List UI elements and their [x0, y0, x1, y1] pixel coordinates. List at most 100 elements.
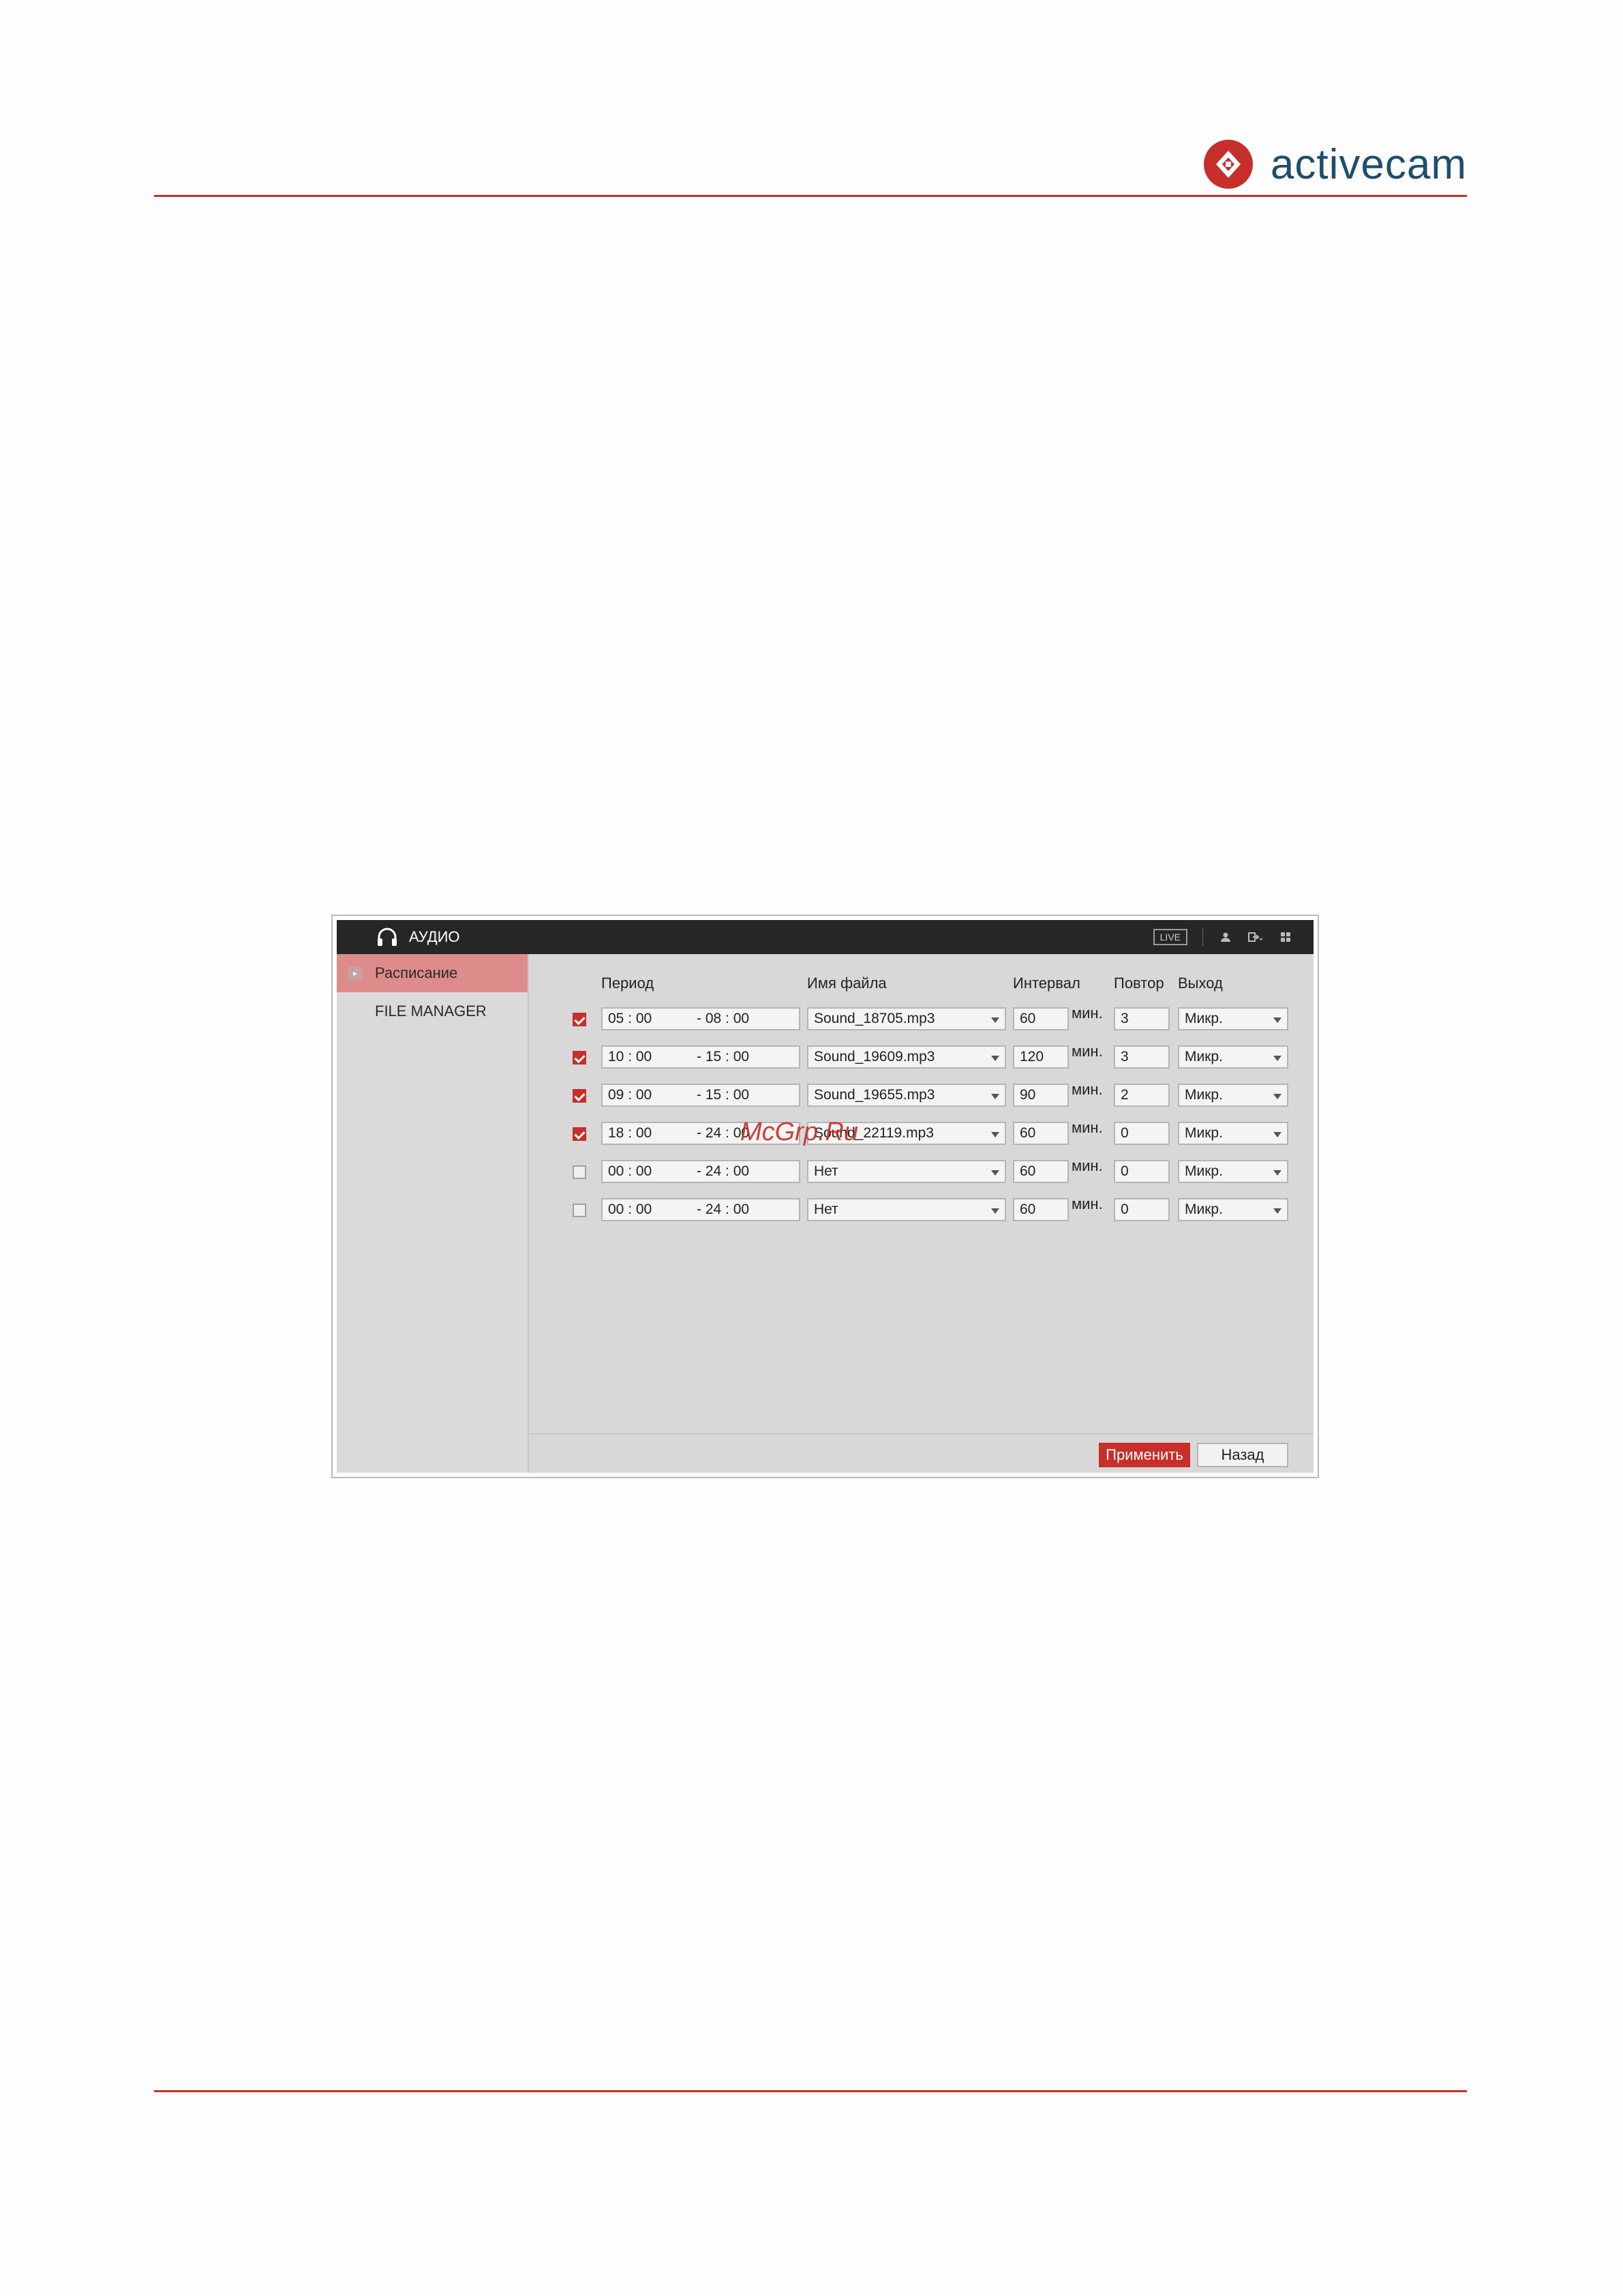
chevron-down-icon — [991, 1132, 999, 1137]
logo-text: activecam — [1270, 140, 1467, 188]
interval-unit: мин. — [1072, 1043, 1103, 1060]
sidebar-item-file-manager[interactable]: FILE MANAGER — [337, 992, 528, 1030]
chevron-down-icon — [1273, 1056, 1281, 1061]
grid-icon[interactable] — [1278, 930, 1293, 945]
file-select[interactable]: Нет — [807, 1198, 1006, 1221]
chevron-right-icon: ▸ — [348, 966, 363, 980]
enable-checkbox[interactable] — [573, 1204, 586, 1217]
column-header-period: Период — [601, 975, 654, 992]
file-select-value: Sound_18705.mp3 — [814, 1011, 935, 1026]
file-select-value: Sound_19655.mp3 — [814, 1087, 935, 1103]
period-end[interactable]: - 15 : 00 — [697, 1047, 749, 1067]
action-bar: Применить Назад — [529, 1433, 1314, 1473]
repeat-input[interactable]: 2 — [1114, 1084, 1170, 1107]
interval-input[interactable]: 60 — [1013, 1007, 1069, 1030]
file-select[interactable]: Sound_18705.mp3 — [807, 1007, 1006, 1030]
file-select[interactable]: Нет — [807, 1160, 1006, 1183]
repeat-input[interactable]: 3 — [1114, 1007, 1170, 1030]
sidebar-item-label: Расписание — [375, 964, 458, 981]
logout-icon[interactable] — [1248, 930, 1263, 945]
interval-unit: мин. — [1072, 1157, 1103, 1174]
enable-checkbox[interactable] — [573, 1089, 586, 1103]
chevron-down-icon — [991, 1094, 999, 1099]
output-select-value: Микр. — [1185, 1087, 1223, 1103]
repeat-input[interactable]: 0 — [1114, 1122, 1170, 1145]
period-start[interactable]: 00 : 00 — [608, 1161, 652, 1182]
title-bar: АУДИО LIVE — [337, 920, 1314, 954]
toolbar-divider — [1202, 928, 1203, 946]
schedule-panel: Период Имя файла Интервал Повтор Выход 0… — [529, 954, 1314, 1473]
period-end[interactable]: - 15 : 00 — [697, 1085, 749, 1105]
period-start[interactable]: 00 : 00 — [608, 1199, 652, 1220]
enable-checkbox[interactable] — [573, 1013, 586, 1026]
chevron-down-icon — [1273, 1170, 1281, 1176]
window-title: АУДИО — [409, 928, 460, 945]
back-button[interactable]: Назад — [1197, 1443, 1288, 1467]
activecam-logo: activecam — [1203, 140, 1467, 189]
chevron-down-icon — [1273, 1094, 1281, 1099]
column-header-output: Выход — [1178, 975, 1223, 992]
period-start[interactable]: 09 : 00 — [608, 1085, 652, 1105]
period-start[interactable]: 10 : 00 — [608, 1047, 652, 1067]
chevron-down-icon — [1273, 1017, 1281, 1023]
period-field[interactable]: 00 : 00 - 24 : 00 — [601, 1160, 800, 1183]
sidebar: ▸ Расписание FILE MANAGER — [337, 954, 529, 1473]
interval-input[interactable]: 60 — [1013, 1160, 1069, 1183]
column-header-interval: Интервал — [1013, 975, 1080, 992]
output-select-value: Микр. — [1185, 1125, 1223, 1141]
interval-input[interactable]: 120 — [1013, 1045, 1069, 1069]
chevron-down-icon — [991, 1017, 999, 1023]
watermark: McGrp.Ru — [740, 1118, 859, 1146]
output-select[interactable]: Микр. — [1178, 1122, 1288, 1145]
period-start[interactable]: 05 : 00 — [608, 1009, 652, 1029]
interval-unit: мин. — [1072, 1005, 1103, 1022]
period-end[interactable]: - 24 : 00 — [697, 1161, 749, 1182]
period-field[interactable]: 00 : 00 - 24 : 00 — [601, 1198, 800, 1221]
table-row: 00 : 00 - 24 : 00 Нет 60 мин. 0 Микр. — [529, 1157, 1314, 1186]
output-select-value: Микр. — [1185, 1201, 1223, 1217]
output-select[interactable]: Микр. — [1178, 1007, 1288, 1030]
table-row: 00 : 00 - 24 : 00 Нет 60 мин. 0 Микр. — [529, 1195, 1314, 1224]
live-button[interactable]: LIVE — [1153, 929, 1187, 945]
period-end[interactable]: - 08 : 00 — [697, 1009, 749, 1029]
repeat-input[interactable]: 0 — [1114, 1160, 1170, 1183]
period-field[interactable]: 09 : 00 - 15 : 00 — [601, 1084, 800, 1107]
audio-window: АУДИО LIVE ▸ Расписание FILE MANAGER Пер… — [337, 920, 1314, 1473]
output-select[interactable]: Микр. — [1178, 1198, 1288, 1221]
file-select[interactable]: Sound_19655.mp3 — [807, 1084, 1006, 1107]
file-select[interactable]: Sound_19609.mp3 — [807, 1045, 1006, 1069]
column-header-file: Имя файла — [807, 975, 887, 992]
period-field[interactable]: 10 : 00 - 15 : 00 — [601, 1045, 800, 1069]
output-select-value: Микр. — [1185, 1011, 1223, 1026]
chevron-down-icon — [1273, 1132, 1281, 1137]
chevron-down-icon — [991, 1170, 999, 1176]
period-start[interactable]: 18 : 00 — [608, 1123, 652, 1144]
output-select[interactable]: Микр. — [1178, 1084, 1288, 1107]
enable-checkbox[interactable] — [573, 1127, 586, 1141]
interval-unit: мин. — [1072, 1195, 1103, 1212]
output-select-value: Микр. — [1185, 1163, 1223, 1179]
sidebar-item-schedule[interactable]: ▸ Расписание — [337, 954, 528, 992]
interval-input[interactable]: 60 — [1013, 1122, 1069, 1145]
header-rule — [154, 195, 1467, 197]
enable-checkbox[interactable] — [573, 1165, 586, 1179]
enable-checkbox[interactable] — [573, 1051, 586, 1065]
file-select-value: Нет — [814, 1201, 838, 1217]
repeat-input[interactable]: 3 — [1114, 1045, 1170, 1069]
period-end[interactable]: - 24 : 00 — [697, 1199, 749, 1220]
table-row: 10 : 00 - 15 : 00 Sound_19609.mp3 120 мин. 3 М… — [529, 1043, 1314, 1071]
file-select-value: Sound_19609.mp3 — [814, 1049, 935, 1065]
output-select-value: Микр. — [1185, 1049, 1223, 1065]
interval-input[interactable]: 60 — [1013, 1198, 1069, 1221]
period-field[interactable]: 05 : 00 - 08 : 00 — [601, 1007, 800, 1030]
user-icon[interactable] — [1218, 930, 1233, 945]
repeat-input[interactable]: 0 — [1114, 1198, 1170, 1221]
column-header-repeat: Повтор — [1114, 975, 1164, 992]
interval-input[interactable]: 90 — [1013, 1084, 1069, 1107]
table-row: 09 : 00 - 15 : 00 Sound_19655.mp3 90 мин. 2 Ми… — [529, 1081, 1314, 1109]
table-row: 05 : 00 - 08 : 00 Sound_18705.mp3 60 мин. 3 Ми… — [529, 1005, 1314, 1033]
apply-button[interactable]: Применить — [1099, 1443, 1190, 1467]
headphones-icon — [378, 928, 397, 946]
output-select[interactable]: Микр. — [1178, 1160, 1288, 1183]
output-select[interactable]: Микр. — [1178, 1045, 1288, 1069]
